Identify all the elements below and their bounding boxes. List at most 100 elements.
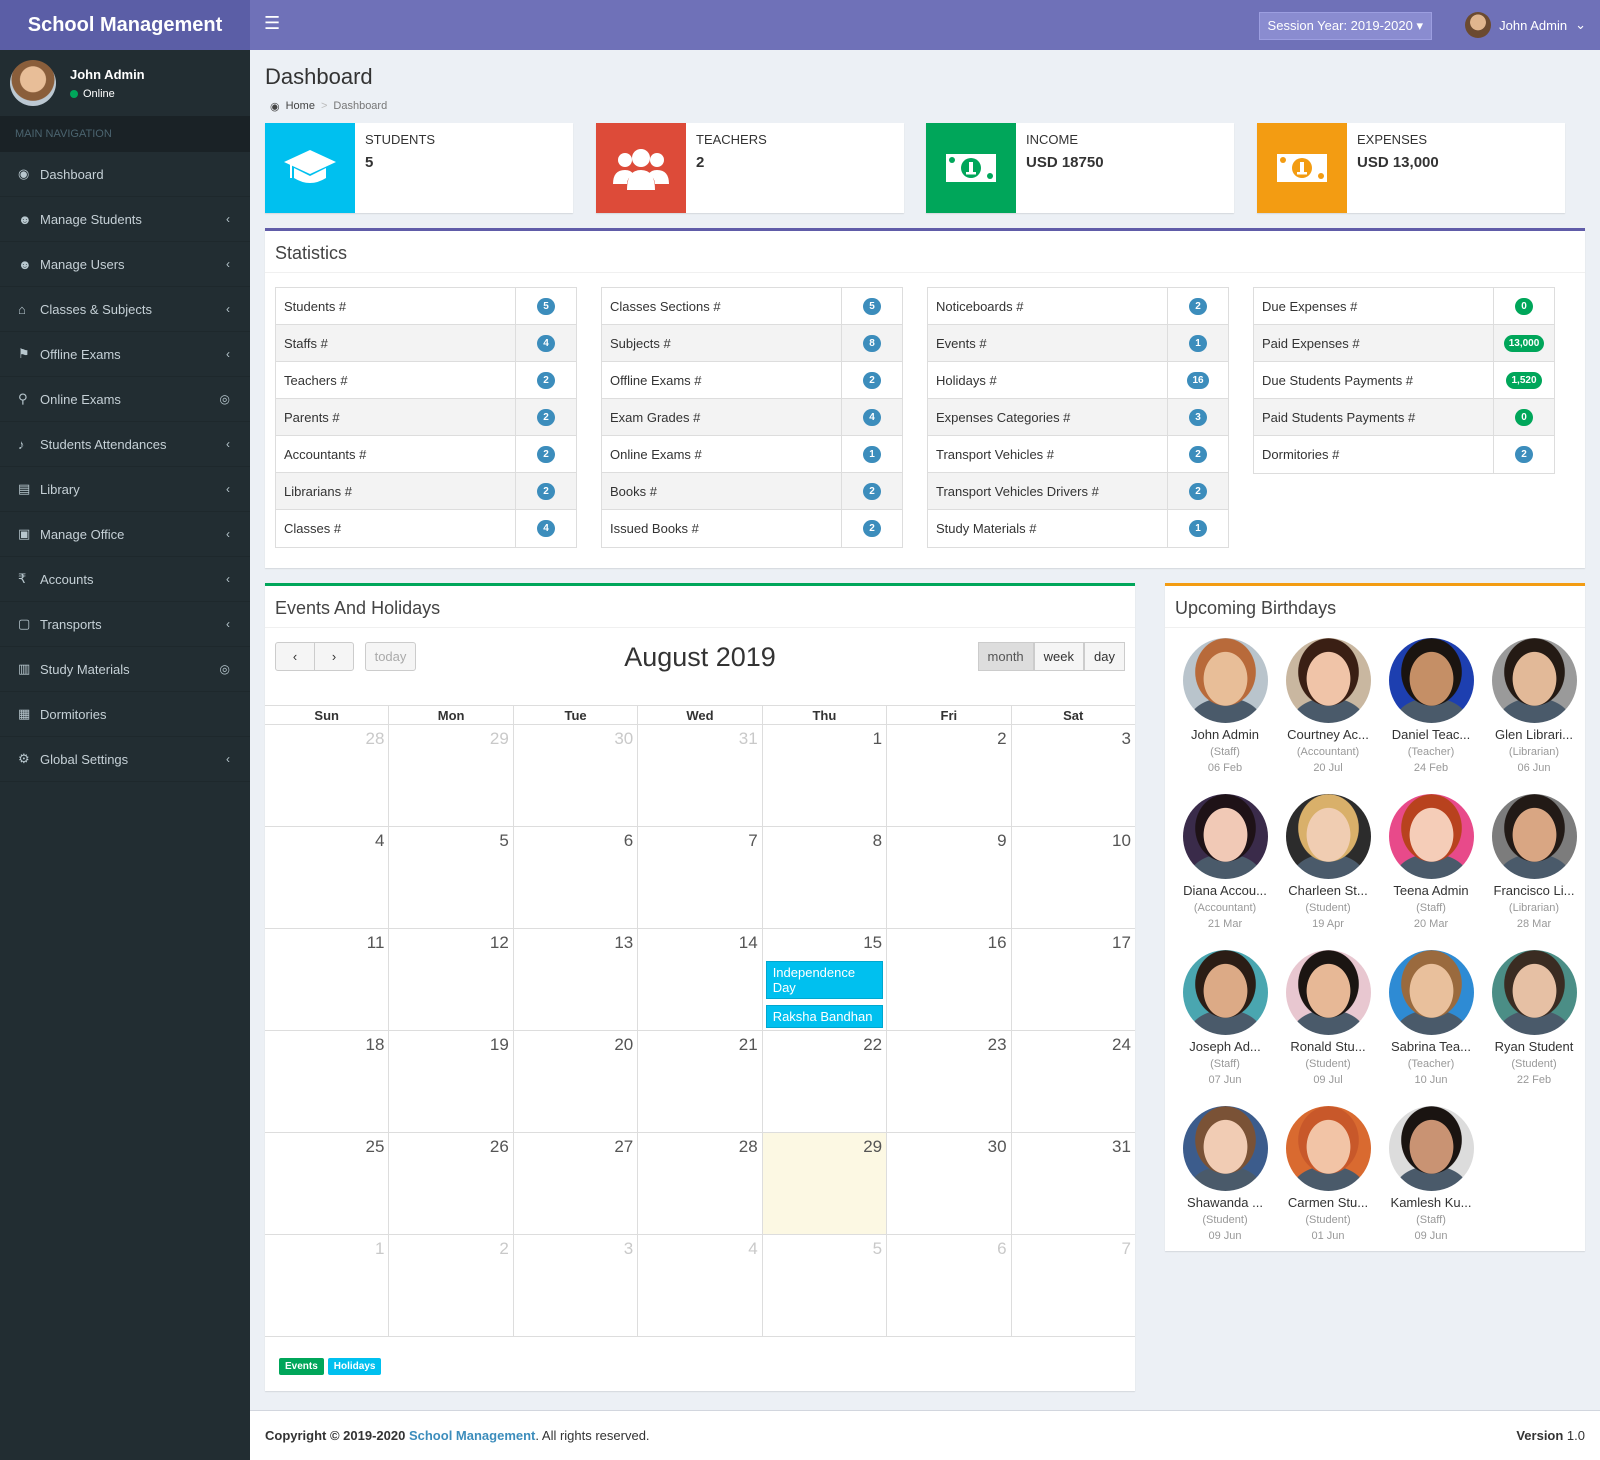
calendar-day-cell[interactable]: 3 xyxy=(514,1235,639,1336)
calendar-day-cell[interactable]: 3 xyxy=(1012,725,1135,826)
sidebar-item-dormitories[interactable]: ▦ Dormitories xyxy=(0,692,250,737)
calendar-day-cell[interactable]: 1 xyxy=(265,1235,390,1336)
calendar-day-cell[interactable]: 1 xyxy=(763,725,888,826)
sidebar-item-classes-subjects[interactable]: ⌂ Classes & Subjects ‹ xyxy=(0,287,250,332)
birthday-card[interactable]: John Admin (Staff) 06 Feb xyxy=(1175,638,1275,774)
birthday-card[interactable]: Glen Librari... (Librarian) 06 Jun xyxy=(1484,638,1584,774)
birthday-name: Sabrina Tea... xyxy=(1391,1039,1471,1054)
calendar-day-cell[interactable]: 6 xyxy=(514,827,639,928)
calendar-day-cell[interactable]: 5 xyxy=(763,1235,888,1336)
calendar-day-cell[interactable]: 11 xyxy=(265,929,390,1030)
stat-badge: 8 xyxy=(863,334,881,352)
sidebar-item-transports[interactable]: ▢ Transports ‹ xyxy=(0,602,250,647)
birthday-card[interactable]: Charleen St... (Student) 19 Apr xyxy=(1278,794,1378,930)
calendar-day-cell[interactable]: 28 xyxy=(638,1133,763,1234)
birthday-role: (Staff) xyxy=(1210,746,1240,758)
calendar-day-cell[interactable]: 16 xyxy=(887,929,1012,1030)
birthday-card[interactable]: Sabrina Tea... (Teacher) 10 Jun xyxy=(1381,950,1481,1086)
birthday-card[interactable]: Daniel Teac... (Teacher) 24 Feb xyxy=(1381,638,1481,774)
calendar-day-cell[interactable]: 22 xyxy=(763,1031,888,1132)
session-year-select[interactable]: Session Year: 2019-2020 ▾ xyxy=(1258,12,1432,40)
calendar-view-day-button[interactable]: day xyxy=(1084,642,1125,671)
calendar-view-week-button[interactable]: week xyxy=(1033,642,1085,671)
sidebar-item-global-settings[interactable]: ⚙ Global Settings ‹ xyxy=(0,737,250,782)
calendar-day-cell[interactable]: 29 xyxy=(762,1133,888,1234)
calendar-day-cell[interactable]: 25 xyxy=(265,1133,390,1234)
birthday-card[interactable]: Shawanda ... (Student) 09 Jun xyxy=(1175,1106,1275,1242)
calendar-day-cell[interactable]: 24 xyxy=(1012,1031,1135,1132)
birthday-card[interactable]: Ryan Student (Student) 22 Feb xyxy=(1484,950,1584,1086)
calendar-day-cell[interactable]: 27 xyxy=(514,1133,639,1234)
footer-brand-link[interactable]: School Management xyxy=(409,1428,535,1443)
version-number: 1.0 xyxy=(1563,1428,1585,1443)
calendar-day-cell[interactable]: 9 xyxy=(887,827,1012,928)
calendar-day-cell[interactable]: 14 xyxy=(638,929,763,1030)
sidebar-item-label: Transports xyxy=(40,616,102,632)
calendar-day-cell[interactable]: 20 xyxy=(514,1031,639,1132)
calendar-day-cell[interactable]: 6 xyxy=(887,1235,1012,1336)
birthday-card[interactable]: Teena Admin (Staff) 20 Mar xyxy=(1381,794,1481,930)
calendar-day-cell[interactable]: 2 xyxy=(389,1235,514,1336)
calendar-day-cell[interactable]: 7 xyxy=(638,827,763,928)
calendar-day-cell[interactable]: 8 xyxy=(763,827,888,928)
calendar-day-cell[interactable]: 17 xyxy=(1012,929,1135,1030)
birthday-card[interactable]: Courtney Ac... (Accountant) 20 Jul xyxy=(1278,638,1378,774)
calendar-day-cell[interactable]: 29 xyxy=(389,725,514,826)
birthday-card[interactable]: Carmen Stu... (Student) 01 Jun xyxy=(1278,1106,1378,1242)
calendar-event[interactable]: Raksha Bandhan xyxy=(765,1005,884,1028)
birthday-card[interactable]: Kamlesh Ku... (Staff) 09 Jun xyxy=(1381,1106,1481,1242)
app-logo[interactable]: School Management xyxy=(0,0,250,50)
calendar-day-cell[interactable]: 30 xyxy=(887,1133,1012,1234)
copyright-text: Copyright © 2019-2020 xyxy=(265,1428,409,1443)
calendar-day-cell[interactable]: 4 xyxy=(638,1235,763,1336)
calendar-day-cell[interactable]: 23 xyxy=(887,1031,1012,1132)
birthday-card[interactable]: Joseph Ad... (Staff) 07 Jun xyxy=(1175,950,1275,1086)
menu-toggle-icon[interactable]: ☰ xyxy=(264,13,280,34)
stat-badge: 2 xyxy=(863,371,881,389)
sidebar-item-accounts[interactable]: ₹ Accounts ‹ xyxy=(0,557,250,602)
birthday-card[interactable]: Ronald Stu... (Student) 09 Jul xyxy=(1278,950,1378,1086)
stat-badge: 3 xyxy=(1189,408,1207,426)
day-number: 8 xyxy=(872,831,883,850)
calendar-day-cell[interactable]: 15 Independence Day Raksha Bandhan xyxy=(763,929,888,1030)
sidebar-item-manage-students[interactable]: ☻ Manage Students ‹ xyxy=(0,197,250,242)
birthday-card[interactable]: Diana Accou... (Accountant) 21 Mar xyxy=(1175,794,1275,930)
calendar-day-cell[interactable]: 31 xyxy=(1012,1133,1135,1234)
stat-badge: 0 xyxy=(1515,297,1533,315)
calendar-day-cell[interactable]: 13 xyxy=(514,929,639,1030)
user-menu[interactable]: John Admin ⌄ xyxy=(1465,12,1586,38)
sidebar-item-manage-users[interactable]: ☻ Manage Users ‹ xyxy=(0,242,250,287)
calendar-day-cell[interactable]: 5 xyxy=(389,827,514,928)
birthday-card[interactable]: Francisco Li... (Librarian) 28 Mar xyxy=(1484,794,1584,930)
calendar-title: Events And Holidays xyxy=(265,586,1135,628)
calendar-day-cell[interactable]: 21 xyxy=(638,1031,763,1132)
sidebar-item-students-attendances[interactable]: ♪ Students Attendances ‹ xyxy=(0,422,250,467)
calendar-day-cell[interactable]: 2 xyxy=(887,725,1012,826)
calendar-event[interactable]: Independence Day xyxy=(765,961,884,999)
calendar-day-cell[interactable]: 26 xyxy=(389,1133,514,1234)
sidebar-item-manage-office[interactable]: ▣ Manage Office ‹ xyxy=(0,512,250,557)
calendar-day-cell[interactable]: 28 xyxy=(265,725,390,826)
table-row: Noticeboards # 2 xyxy=(928,288,1228,325)
sidebar-item-study-materials[interactable]: ▥ Study Materials ◎ xyxy=(0,647,250,692)
calendar-day-cell[interactable]: 12 xyxy=(389,929,514,1030)
day-number: 7 xyxy=(748,831,758,850)
calendar-day-cell[interactable]: 18 xyxy=(265,1031,390,1132)
breadcrumb-home[interactable]: Home xyxy=(286,100,315,113)
calendar-day-cell[interactable]: 31 xyxy=(638,725,763,826)
calendar-view-month-button[interactable]: month xyxy=(977,642,1034,671)
calendar-day-cell[interactable]: 7 xyxy=(1012,1235,1135,1336)
sidebar-item-online-exams[interactable]: ⚲ Online Exams ◎ xyxy=(0,377,250,422)
day-name: Sat xyxy=(1063,708,1084,723)
sidebar-item-library[interactable]: ▤ Library ‹ xyxy=(0,467,250,512)
calendar-day-cell[interactable]: 19 xyxy=(389,1031,514,1132)
calendar-day-cell[interactable]: 30 xyxy=(514,725,639,826)
calendar-day-cell[interactable]: 4 xyxy=(265,827,390,928)
avatar xyxy=(1388,794,1474,879)
sidebar-item-dashboard[interactable]: ◉ Dashboard xyxy=(0,152,250,197)
nav-header: MAIN NAVIGATION xyxy=(0,116,250,152)
day-name: Tue xyxy=(514,706,639,724)
day-number: 28 xyxy=(738,1137,758,1156)
sidebar-item-offline-exams[interactable]: ⚑ Offline Exams ‹ xyxy=(0,332,250,377)
calendar-day-cell[interactable]: 10 xyxy=(1012,827,1135,928)
